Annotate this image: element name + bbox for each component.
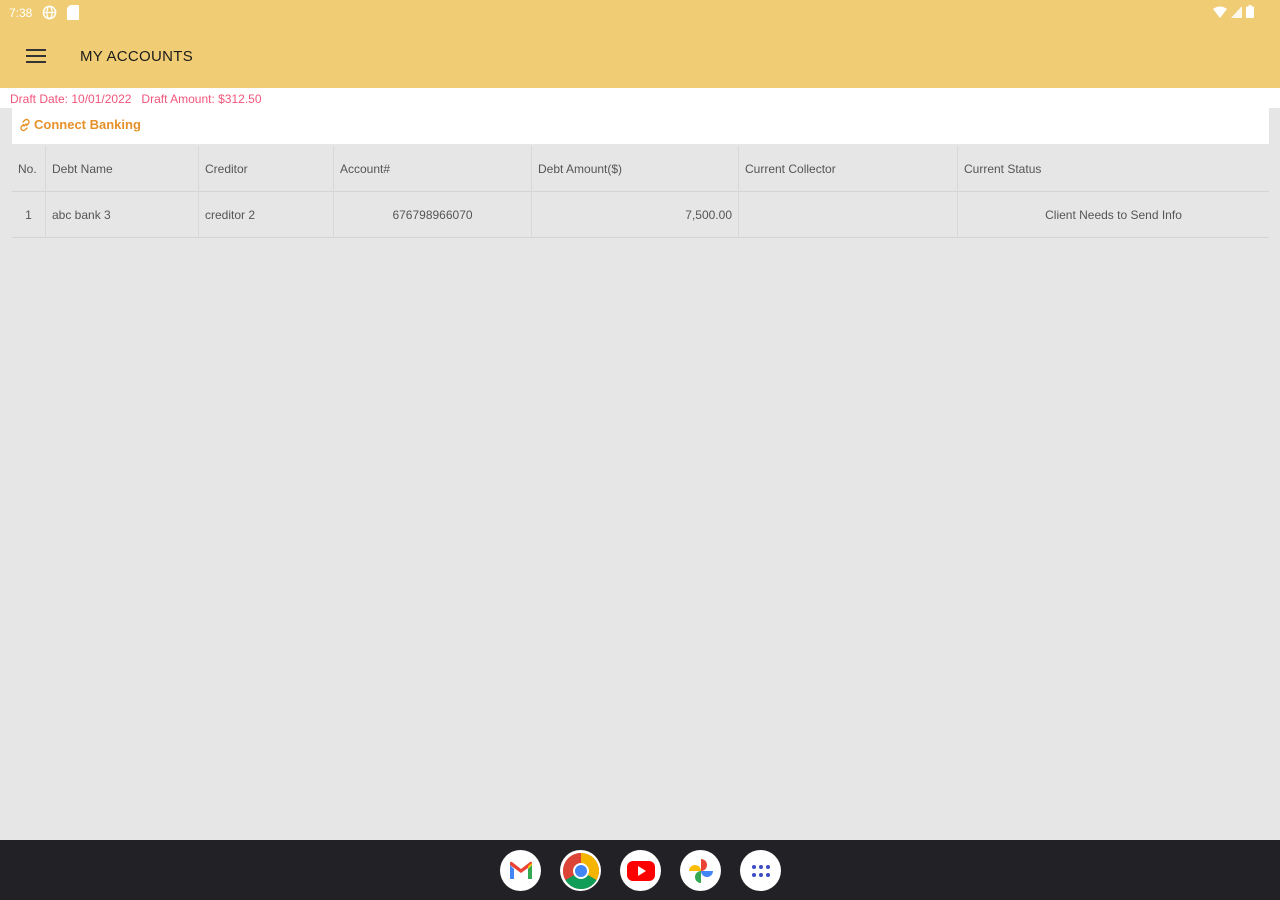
wifi-icon (1213, 6, 1227, 18)
chrome-icon[interactable] (560, 850, 601, 891)
signal-icon (1231, 5, 1242, 18)
header-current-status[interactable]: Current Status (958, 146, 1269, 192)
header-creditor[interactable]: Creditor (199, 146, 334, 192)
youtube-icon[interactable] (620, 850, 661, 891)
header-account[interactable]: Account# (334, 146, 532, 192)
link-icon (20, 118, 30, 131)
menu-button[interactable] (16, 38, 56, 74)
header-no[interactable]: No. (12, 146, 46, 192)
draft-amount: Draft Amount: $312.50 (141, 92, 262, 106)
table-header-row: No. Debt Name Creditor Account# Debt Amo… (12, 146, 1269, 192)
header-debt-name[interactable]: Debt Name (46, 146, 199, 192)
dock-icons (500, 850, 781, 891)
app-dock (0, 840, 1280, 900)
header-debt-amount[interactable]: Debt Amount($) (532, 146, 739, 192)
page-title: MY ACCOUNTS (80, 48, 194, 65)
gmail-icon[interactable] (500, 850, 541, 891)
app-bar: MY ACCOUNTS (0, 26, 1280, 88)
globe-icon (42, 5, 57, 20)
header-current-collector[interactable]: Current Collector (739, 146, 958, 192)
accounts-table: No. Debt Name Creditor Account# Debt Amo… (12, 146, 1269, 238)
top-bar: 7:38 MY ACCOUNTS (0, 0, 1280, 88)
cell-debt-amount: 7,500.00 (532, 192, 739, 238)
draft-date: Draft Date: 10/01/2022 (10, 92, 132, 106)
app-drawer-icon[interactable] (740, 850, 781, 891)
sd-card-icon (67, 5, 79, 20)
cell-no: 1 (12, 192, 46, 238)
status-right-icons (1213, 5, 1254, 18)
connect-banking-bar: Connect Banking (12, 108, 1269, 144)
photos-icon[interactable] (680, 850, 721, 891)
status-time: 7:38 (9, 6, 33, 20)
battery-icon (1246, 5, 1254, 18)
status-bar: 7:38 (0, 0, 1280, 26)
cell-debt-name: abc bank 3 (46, 192, 199, 238)
connect-banking-link[interactable]: Connect Banking (18, 117, 141, 132)
draft-info: Draft Date: 10/01/2022 Draft Amount: $312… (0, 88, 1280, 108)
cell-current-collector (739, 192, 958, 238)
cell-creditor: creditor 2 (199, 192, 334, 238)
table-row[interactable]: 1 abc bank 3 creditor 2 676798966070 7,5… (12, 192, 1269, 238)
draft-text: Draft Date: 10/01/2022 Draft Amount: $312… (10, 92, 272, 106)
connect-banking-label: Connect Banking (34, 117, 141, 132)
cell-current-status: Client Needs to Send Info (1045, 208, 1182, 222)
cell-account: 676798966070 (334, 192, 532, 238)
screen: 7:38 MY ACCOUNTS Draft Date: 10/01/2022 … (0, 0, 1280, 900)
hamburger-menu-icon (26, 49, 46, 63)
